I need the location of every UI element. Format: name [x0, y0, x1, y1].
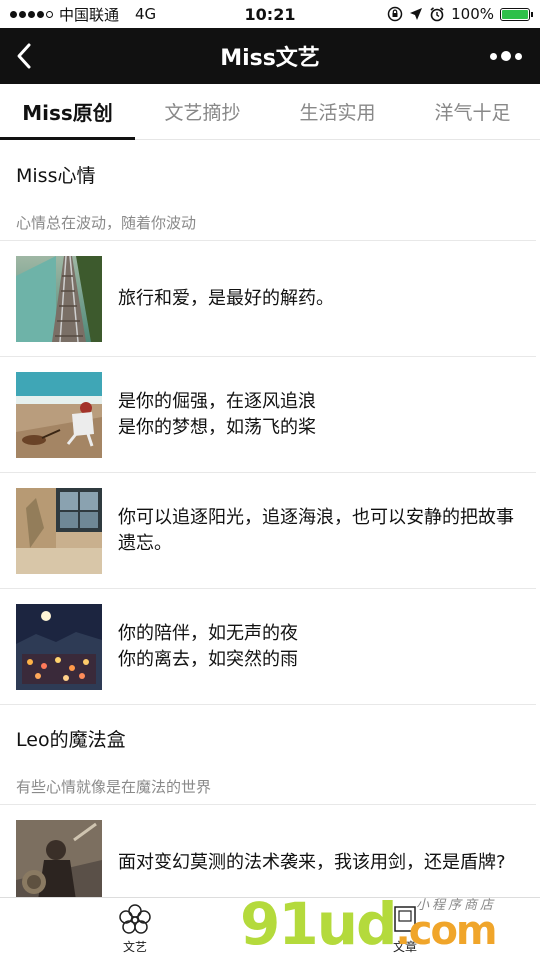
article-item[interactable]: 面对变幻莫测的法术袭来，我该用剑，还是盾牌?	[0, 805, 536, 897]
bottom-tab-bar: 文艺 文章	[0, 897, 540, 960]
article-title: 是你的倔强，在逐风追浪 是你的梦想，如荡飞的桨	[118, 389, 316, 441]
article-line: 你可以追逐阳光，追逐海浪，也可以安静的把故事遗忘。	[118, 506, 514, 554]
tabbar-label: 文艺	[122, 940, 147, 954]
railway-icon	[16, 255, 102, 342]
back-button[interactable]	[14, 28, 54, 84]
section-description: 有些心情就像是在魔法的世界	[16, 778, 212, 796]
status-left: 中国联通 4G	[10, 4, 156, 25]
night-town-icon	[16, 603, 102, 690]
chevron-left-icon	[17, 43, 31, 69]
section-description: 心情总在波动，随着你波动	[16, 214, 197, 232]
article-item[interactable]: 你的陪伴，如无声的夜 你的离去，如突然的雨	[0, 589, 536, 705]
tab-stylish[interactable]: 洋气十足	[405, 84, 540, 139]
network-label: 4G	[135, 5, 157, 23]
article-line: 你的陪伴，如无声的夜	[118, 622, 298, 644]
more-dot-icon	[515, 52, 522, 60]
category-tabs: Miss原创 文艺摘抄 生活实用 洋气十足	[0, 84, 540, 140]
status-bar: 中国联通 4G 10:21 100%	[0, 0, 540, 28]
tabbar-item-literary[interactable]: 文艺	[0, 898, 270, 960]
article-icon	[394, 906, 416, 932]
article-title: 你可以追逐阳光，追逐海浪，也可以安静的把故事遗忘。	[118, 505, 520, 557]
flower-icon	[119, 904, 151, 934]
article-item[interactable]: 是你的倔强，在逐风追浪 是你的梦想，如荡飞的桨	[0, 357, 536, 473]
article-title: 面对变幻莫测的法术袭来，我该用剑，还是盾牌?	[118, 850, 506, 876]
tab-literary-excerpts[interactable]: 文艺摘抄	[135, 84, 270, 139]
nav-bar: Miss文艺	[0, 28, 540, 84]
status-right: 100%	[387, 5, 533, 23]
section-header: Leo的魔法盒 有些心情就像是在魔法的世界	[0, 705, 536, 805]
tab-life-practical[interactable]: 生活实用	[270, 84, 405, 139]
signal-strength-icon	[10, 10, 53, 18]
alarm-icon	[430, 7, 444, 22]
battle-icon	[16, 819, 102, 897]
article-line: 你的离去，如突然的雨	[118, 648, 298, 670]
tab-miss-original[interactable]: Miss原创	[0, 84, 135, 140]
battery-icon	[500, 7, 533, 21]
article-feed[interactable]: Miss心情 心情总在波动，随着你波动 旅行和爱，是最好的解药。 是你的倔强，在…	[0, 141, 540, 897]
rotation-lock-icon	[387, 6, 403, 22]
more-button[interactable]	[490, 28, 522, 84]
more-dot-icon	[501, 51, 511, 61]
article-item[interactable]: 旅行和爱，是最好的解药。	[0, 241, 536, 357]
battery-percent: 100%	[451, 5, 494, 23]
article-title: 旅行和爱，是最好的解药。	[118, 286, 334, 312]
article-line: 面对变幻莫测的法术袭来，我该用剑，还是盾牌?	[118, 851, 506, 873]
beach-icon	[16, 371, 102, 458]
more-dot-icon	[490, 52, 497, 60]
article-item[interactable]: 你可以追逐阳光，追逐海浪，也可以安静的把故事遗忘。	[0, 473, 536, 589]
section-title: Leo的魔法盒	[16, 729, 126, 751]
article-title: 你的陪伴，如无声的夜 你的离去，如突然的雨	[118, 621, 298, 673]
window-icon	[16, 487, 102, 574]
article-line: 是你的梦想，如荡飞的桨	[118, 416, 316, 438]
article-line: 是你的倔强，在逐风追浪	[118, 390, 316, 412]
carrier-label: 中国联通	[59, 5, 120, 24]
page-title: Miss文艺	[220, 46, 320, 71]
location-icon	[410, 8, 423, 20]
battery-fill	[502, 9, 528, 19]
section-header: Miss心情 心情总在波动，随着你波动	[0, 141, 536, 241]
tabbar-label: 文章	[392, 940, 417, 954]
article-line: 旅行和爱，是最好的解药。	[118, 287, 334, 309]
tabbar-item-articles[interactable]: 文章	[270, 898, 540, 960]
section-title: Miss心情	[16, 165, 96, 187]
